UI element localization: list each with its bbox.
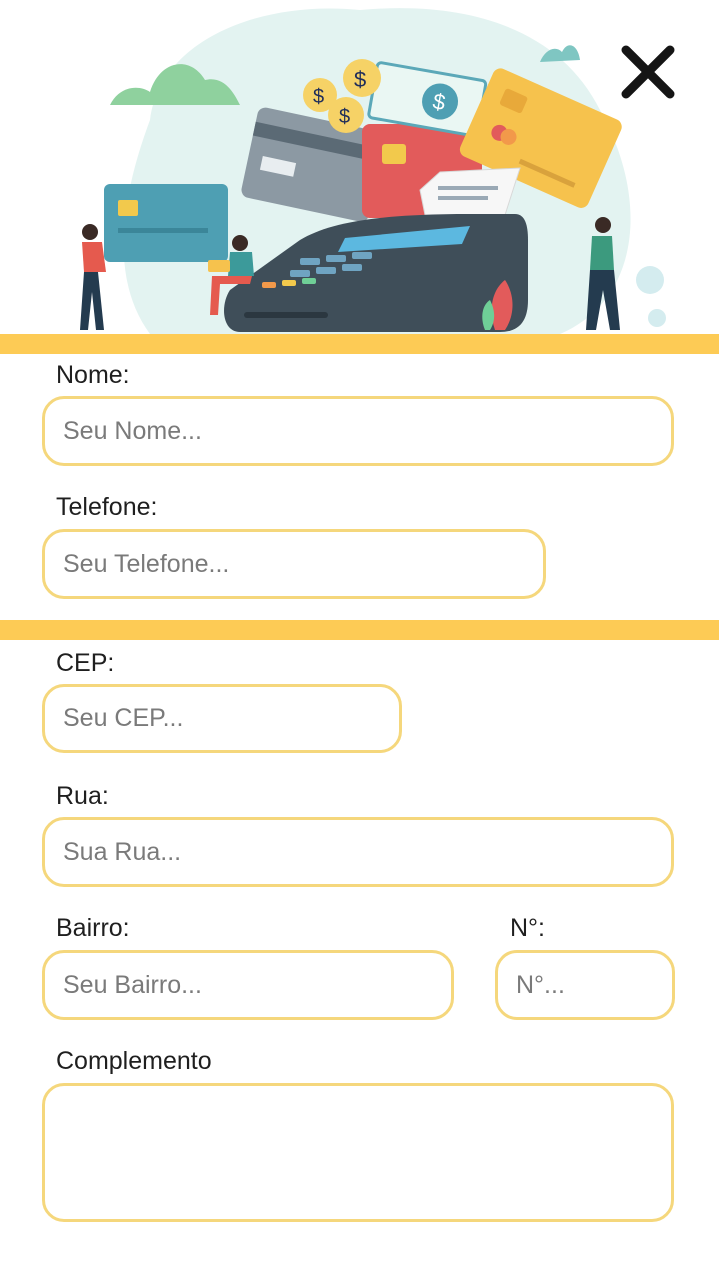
rua-input[interactable] bbox=[42, 817, 674, 887]
section-divider bbox=[0, 620, 719, 640]
complemento-textarea[interactable] bbox=[42, 1083, 674, 1222]
bush bbox=[636, 266, 664, 294]
person-figure bbox=[595, 217, 611, 233]
telefone-input[interactable] bbox=[42, 529, 546, 599]
cep-label: CEP: bbox=[56, 649, 115, 677]
close-icon bbox=[621, 45, 675, 99]
nome-input[interactable] bbox=[42, 396, 674, 466]
svg-text:$: $ bbox=[339, 106, 350, 128]
section-divider bbox=[0, 334, 719, 354]
nome-label: Nome: bbox=[56, 361, 130, 389]
bairro-label: Bairro: bbox=[56, 914, 130, 942]
rua-label: Rua: bbox=[56, 782, 109, 810]
bairro-input[interactable] bbox=[42, 950, 454, 1020]
svg-text:$: $ bbox=[313, 86, 324, 108]
telefone-label: Telefone: bbox=[56, 493, 158, 521]
person-figure bbox=[232, 235, 248, 251]
person-figure bbox=[82, 224, 98, 240]
cep-input[interactable] bbox=[42, 684, 402, 753]
numero-input[interactable] bbox=[495, 950, 675, 1020]
close-button[interactable] bbox=[612, 36, 684, 108]
blue-card bbox=[104, 184, 228, 262]
numero-label: N°: bbox=[510, 914, 545, 942]
svg-text:$: $ bbox=[354, 67, 366, 92]
complemento-label: Complemento bbox=[56, 1047, 212, 1075]
